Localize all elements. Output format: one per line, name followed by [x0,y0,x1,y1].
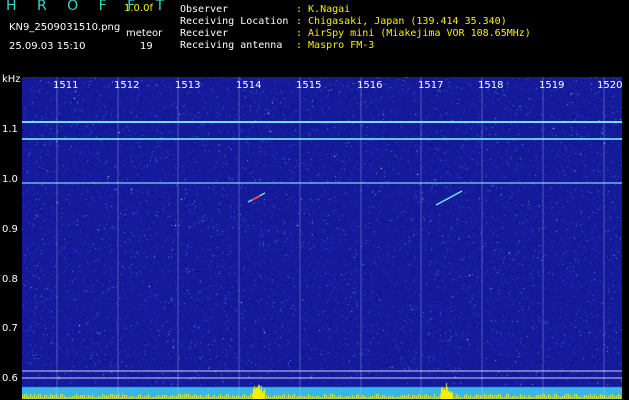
x-tick: 1520 [597,80,623,91]
meta-label: Receiving antenna [180,40,283,51]
meta-value: : Maspro FM-3 [296,40,375,51]
y-tick-1.0: 1.0 [2,174,18,185]
meta-antenna: Receiving antenna : Maspro FM-3 [180,40,374,51]
file-name: KN9_2509031510.png [9,22,121,33]
meta-label: Receiving Location [180,16,289,27]
meteor-echo-core [251,195,261,201]
axis-unit-label: kHz [2,74,21,85]
y-tick-0.9: 0.9 [2,224,18,235]
mode-label: meteor [126,28,163,39]
y-tick-0.8: 0.8 [2,274,18,285]
meta-value: : Chigasaki, Japan (139.414 35.340) [296,16,507,27]
x-tick: 1514 [236,80,262,91]
x-tick: 1513 [175,80,201,91]
spectrogram-plot [22,77,622,399]
x-tick: 1515 [296,80,322,91]
detection-count: 19 [140,41,153,52]
meta-location: Receiving Location : Chigasaki, Japan (13… [180,16,507,27]
x-tick: 1517 [418,80,444,91]
meta-value: : AirSpy mini (Miakejima VOR 108.65MHz) [296,28,531,39]
y-tick-0.6: 0.6 [2,373,18,384]
timestamp: 25.09.03 15:10 [9,41,86,52]
x-tick: 1511 [53,80,79,91]
meta-value: : K.Nagai [296,4,351,15]
app-version: 1.0.0f [124,3,153,14]
plot-right-margin [622,77,629,399]
meta-receiver: Receiver : AirSpy mini (Miakejima VOR 108… [180,28,531,39]
meteor-echo [435,190,463,206]
meta-label: Receiver [180,28,229,39]
spectrogram-overlay [22,77,622,399]
y-tick-1.1: 1.1 [2,124,18,135]
meta-observer: Observer : K.Nagai [180,4,350,15]
x-tick: 1518 [478,80,504,91]
x-tick: 1519 [539,80,565,91]
y-tick-0.7: 0.7 [2,323,18,334]
x-tick: 1512 [114,80,140,91]
x-tick: 1516 [357,80,383,91]
meta-label: Observer [180,4,229,15]
